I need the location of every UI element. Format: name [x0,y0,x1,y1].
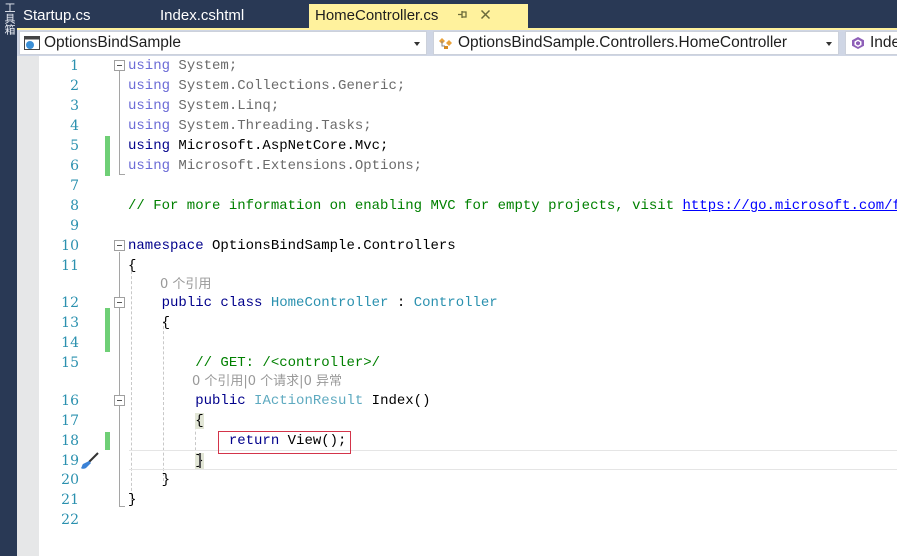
code-line[interactable]: using System; [128,56,237,76]
line-number: 11 [61,258,79,274]
code-text: Microsoft.Extensions.Options; [170,158,423,174]
project-name: OptionsBindSample [44,34,181,51]
brace: { [161,315,171,331]
line-number: 12 [61,295,79,311]
keyword: using [128,58,171,74]
keyword: public class [161,295,263,311]
brace: } [128,492,137,508]
code-line[interactable]: using System.Collections.Generic; [128,76,405,96]
class-icon [439,38,452,49]
type-name: IActionResult [254,393,364,409]
line-number: 15 [61,355,79,371]
toolbox-label[interactable]: 工具箱 [1,2,16,35]
code-line[interactable]: } [128,451,204,471]
toolbox-strip[interactable]: 工具箱 [0,0,17,556]
document-tab-bar: Startup.cs Index.cshtml HomeController.c… [17,0,897,28]
tab-homecontroller-cs[interactable]: HomeController.cs [309,4,528,28]
text-caret [199,453,201,468]
keyword: using [128,118,171,134]
method-icon [852,37,864,49]
line-number: 20 [61,472,79,488]
line-number: 19 [61,453,79,469]
brace: { [128,258,137,274]
line-number: 1 [70,58,79,74]
comment: // GET: /<controller>/ [195,355,381,371]
keyword: namespace [128,238,204,254]
codelens-method[interactable]: 0 个引用|0 个请求|0 异常 [192,372,342,392]
code-line[interactable]: public class HomeController : Controller [128,293,498,313]
code-line[interactable]: { [128,313,170,333]
project-dropdown[interactable]: OptionsBindSample [19,31,427,55]
code-line[interactable]: // GET: /<controller>/ [128,353,380,373]
keyword: using [128,98,171,114]
tab-label: Index.cshtml [160,7,245,24]
code-line[interactable]: // For more information on enabling MVC … [128,196,897,216]
line-number: 10 [61,238,79,254]
line-number: 2 [70,78,79,94]
keyword: using [128,78,171,94]
brace: { [195,413,204,429]
line-number: 6 [70,158,79,174]
member-name: Inde [870,34,897,51]
keyword: using [128,138,171,154]
line-number: 13 [61,315,79,331]
tab-index-cshtml[interactable]: Index.cshtml [154,4,294,28]
line-number: 17 [61,413,79,429]
code-line[interactable]: namespace OptionsBindSample.Controllers [128,236,456,256]
line-number: 5 [70,138,79,154]
code-line[interactable]: using Microsoft.AspNetCore.Mvc; [128,136,388,156]
keyword: using [128,158,171,174]
line-number: 4 [70,118,79,134]
type-name: OptionsBindSample.Controllers.HomeContro… [458,34,788,51]
line-number: 9 [70,218,79,234]
comment: // For more information on enabling MVC … [128,198,683,214]
tab-label: Startup.cs [23,7,91,24]
quick-actions-brush-icon[interactable] [80,452,100,470]
code-text: OptionsBindSample.Controllers [203,238,456,254]
code-line[interactable]: using Microsoft.Extensions.Options; [128,156,422,176]
annotation-highlight-box [218,431,351,454]
line-number: 22 [61,512,79,528]
line-number: 14 [61,335,79,351]
code-text: : [388,295,414,311]
codelens-references[interactable]: 0 个引用 [160,275,211,295]
code-text: System; [170,58,238,74]
close-icon[interactable] [480,4,491,28]
line-number: 21 [61,492,79,508]
type-name: HomeController [270,295,389,311]
keyword: public [195,393,246,409]
chevron-down-icon [414,42,420,46]
code-line[interactable]: } [128,490,136,510]
code-line[interactable]: } [128,470,170,490]
code-text: System.Collections.Generic; [170,78,406,94]
pin-icon[interactable] [457,4,468,28]
tab-label: HomeController.cs [315,7,439,24]
project-icon [24,36,40,50]
code-line[interactable]: public IActionResult Index() [128,391,430,411]
code-line[interactable]: { [128,256,136,276]
type-dropdown[interactable]: OptionsBindSample.Controllers.HomeContro… [433,31,839,55]
line-number: 7 [70,178,79,194]
navigation-bar: OptionsBindSample OptionsBindSample.Cont… [17,30,897,56]
code-text: Microsoft.AspNetCore.Mvc; [170,138,389,154]
code-text: System.Linq; [170,98,280,114]
type-name: Controller [413,295,498,311]
code-line[interactable]: using System.Linq; [128,96,279,116]
chevron-down-icon [826,42,832,46]
code-text: System.Threading.Tasks; [170,118,372,134]
code-line[interactable]: using System.Threading.Tasks; [128,116,372,136]
line-number: 3 [70,98,79,114]
line-number: 16 [61,393,79,409]
line-number: 18 [61,433,79,449]
comment-link[interactable]: https://go.microsoft.com/fwlink/ [683,198,897,214]
brace: } [161,472,171,488]
line-number: 8 [70,198,79,214]
member-dropdown[interactable]: Inde [845,31,897,55]
code-editor[interactable]: 1 2 3 4 5 6 7 8 9 10 11 12 13 14 15 16 1… [17,56,897,556]
code-text: Index() [363,393,431,409]
tab-startup-cs[interactable]: Startup.cs [17,4,137,28]
code-line[interactable]: { [128,411,204,431]
